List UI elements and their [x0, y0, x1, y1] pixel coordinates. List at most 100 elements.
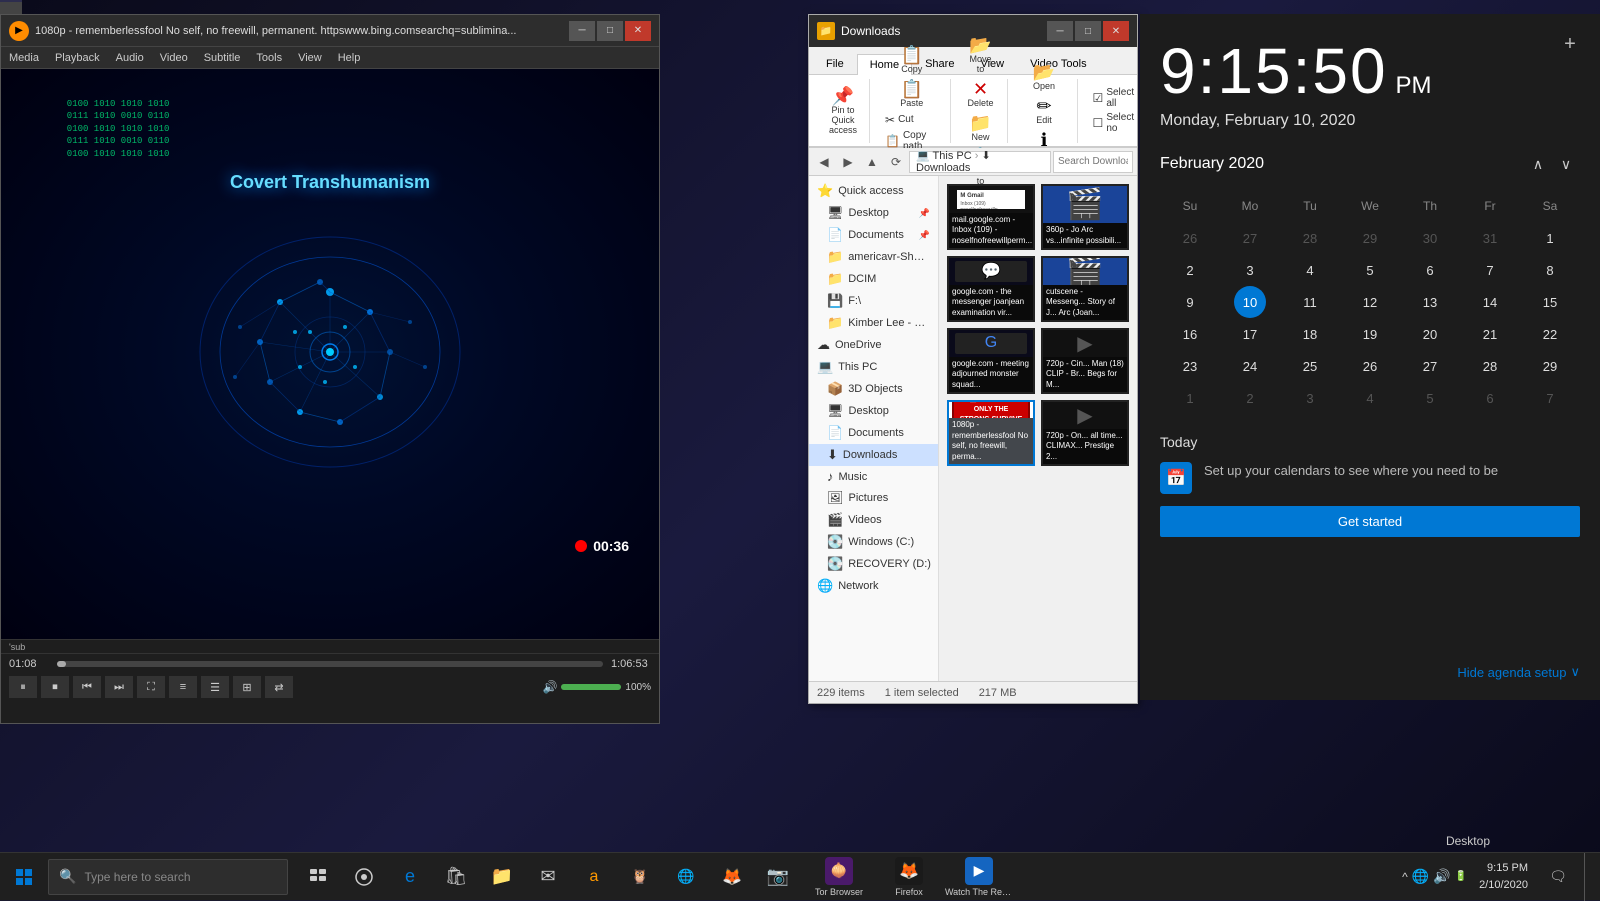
vlc-menu-playback[interactable]: Playback: [51, 52, 104, 64]
cal-prev-btn[interactable]: ∧: [1524, 150, 1552, 178]
show-desktop-btn[interactable]: [1584, 853, 1592, 901]
vlc-eq-btn[interactable]: ≡: [169, 676, 197, 698]
notification-center-btn[interactable]: 🗨: [1536, 853, 1580, 901]
cal-cell-29-prev[interactable]: 29: [1354, 222, 1386, 254]
cal-cell-1-next[interactable]: 1: [1174, 382, 1206, 414]
fe-sidebar-thispc[interactable]: 💻 This PC: [809, 356, 938, 378]
fe-back-btn[interactable]: ◀: [813, 151, 835, 173]
fe-sidebar-music[interactable]: ♪ Music: [809, 466, 938, 487]
vlc-volume-bar[interactable]: [561, 684, 621, 690]
cal-cell-11[interactable]: 11: [1294, 286, 1326, 318]
taskbar-search[interactable]: 🔍 Type here to search: [48, 859, 288, 895]
fe-delete-btn[interactable]: ✕ Delete: [963, 78, 999, 110]
cal-cell-6[interactable]: 6: [1414, 254, 1446, 286]
cal-cell-17[interactable]: 17: [1234, 318, 1266, 350]
taskbar-app-tor[interactable]: 🧅 Tor Browser: [804, 853, 874, 901]
fe-refresh-btn[interactable]: ⟳: [885, 151, 907, 173]
fe-sidebar-3dobjects[interactable]: 📦 3D Objects: [809, 378, 938, 400]
cal-cell-20[interactable]: 20: [1414, 318, 1446, 350]
fe-cut-btn[interactable]: ✂ Cut: [882, 112, 942, 128]
cal-cell-2[interactable]: 2: [1174, 254, 1206, 286]
cal-cell-21[interactable]: 21: [1474, 318, 1506, 350]
cal-cell-10-today[interactable]: 10: [1234, 286, 1266, 318]
cal-cell-28[interactable]: 28: [1474, 350, 1506, 382]
vlc-menu-view[interactable]: View: [294, 52, 326, 64]
fe-open-btn[interactable]: 📂 Open: [1026, 61, 1062, 93]
cal-cell-7-next[interactable]: 7: [1534, 382, 1566, 414]
cal-cell-12[interactable]: 12: [1354, 286, 1386, 318]
fe-close-btn[interactable]: ✕: [1103, 21, 1129, 41]
fe-pin-btn[interactable]: 📌 Pin to Quick access: [825, 85, 861, 137]
fe-address-box[interactable]: 💻 This PC › ⬇ Downloads: [909, 151, 1051, 173]
vlc-menu-video[interactable]: Video: [156, 52, 192, 64]
taskbar-app-firefox[interactable]: 🦊 Firefox: [874, 853, 944, 901]
vlc-fullscreen-btn[interactable]: ⛶: [137, 676, 165, 698]
fe-sidebar-quick-access[interactable]: ⭐ Quick access: [809, 180, 938, 202]
cal-cell-4[interactable]: 4: [1294, 254, 1326, 286]
cal-cell-19[interactable]: 19: [1354, 318, 1386, 350]
cal-cell-27-prev[interactable]: 27: [1234, 222, 1266, 254]
vlc-playlist-btn[interactable]: ☰: [201, 676, 229, 698]
fe-file-6[interactable]: ⚠ WARNINGONLY THESTRONG SURVIVE 1080p - …: [947, 400, 1035, 466]
vlc-menu-tools[interactable]: Tools: [252, 52, 286, 64]
cal-cell-25[interactable]: 25: [1294, 350, 1326, 382]
fe-sidebar-pictures[interactable]: 🖼 Pictures: [809, 487, 938, 509]
fe-minimize-btn[interactable]: ─: [1047, 21, 1073, 41]
camera-btn[interactable]: 📷: [756, 853, 800, 901]
cal-cell-7[interactable]: 7: [1474, 254, 1506, 286]
vlc-menu-audio[interactable]: Audio: [112, 52, 148, 64]
tripadvisor-btn[interactable]: 🦉: [618, 853, 662, 901]
cal-cell-26[interactable]: 26: [1354, 350, 1386, 382]
vlc-minimize-btn[interactable]: ─: [569, 21, 595, 41]
fe-sidebar-desktop2[interactable]: 🖥 Desktop: [809, 400, 938, 422]
fe-edit-btn[interactable]: ✏ Edit: [1026, 95, 1062, 127]
vlc-video-area[interactable]: 0100 1010 1010 1010 0111 1010 0010 0110 …: [1, 69, 659, 639]
vlc-menu-media[interactable]: Media: [5, 52, 43, 64]
fe-file-5[interactable]: ▶ 720p - Cin... Man (18) CLIP - Br... Be…: [1041, 328, 1129, 394]
fe-sidebar-videos[interactable]: 🎬 Videos: [809, 509, 938, 531]
fe-file-0[interactable]: M Gmail Inbox (109) noselfnofreewillp...…: [947, 184, 1035, 250]
firefox-btn[interactable]: 🦊: [710, 853, 754, 901]
cal-cell-13[interactable]: 13: [1414, 286, 1446, 318]
vlc-menu-help[interactable]: Help: [334, 52, 365, 64]
cal-cell-16[interactable]: 16: [1174, 318, 1206, 350]
cal-cell-2-next[interactable]: 2: [1234, 382, 1266, 414]
tray-clock[interactable]: 9:15 PM 2/10/2020: [1475, 860, 1532, 893]
tor-tb-btn[interactable]: 🌐: [664, 853, 708, 901]
vlc-next-btn[interactable]: ⏭: [105, 676, 133, 698]
file-explorer-tb-btn[interactable]: 📁: [480, 853, 524, 901]
start-button[interactable]: [0, 853, 48, 901]
fe-paste-btn[interactable]: 📋 Paste: [894, 78, 930, 110]
vlc-maximize-btn[interactable]: □: [597, 21, 623, 41]
fe-sidebar-network[interactable]: 🌐 Network: [809, 575, 938, 597]
fe-file-2[interactable]: 💬 google.com - the messenger joanjean ex…: [947, 256, 1035, 322]
taskview-btn[interactable]: [296, 853, 340, 901]
agenda-get-started-btn[interactable]: Get started: [1160, 506, 1580, 537]
cal-cell-4-next[interactable]: 4: [1354, 382, 1386, 414]
mail-btn[interactable]: ✉: [526, 853, 570, 901]
fe-sidebar-documents2[interactable]: 📄 Documents: [809, 422, 938, 444]
cal-cell-23[interactable]: 23: [1174, 350, 1206, 382]
cal-next-btn[interactable]: ∨: [1552, 150, 1580, 178]
vlc-close-btn[interactable]: ✕: [625, 21, 651, 41]
vlc-progress-bar[interactable]: [57, 661, 603, 667]
fe-sidebar-desktop-pinned[interactable]: 🖥 Desktop 📌: [809, 202, 938, 224]
vlc-play-pause-btn[interactable]: ⏸: [9, 676, 37, 698]
cal-cell-22[interactable]: 22: [1534, 318, 1566, 350]
cal-cell-24[interactable]: 24: [1234, 350, 1266, 382]
fe-sidebar-windowsc[interactable]: 💽 Windows (C:): [809, 531, 938, 553]
cortana-btn[interactable]: [342, 853, 386, 901]
fe-up-btn[interactable]: ▲: [861, 151, 883, 173]
add-event-btn[interactable]: +: [1556, 30, 1584, 58]
cal-cell-9[interactable]: 9: [1174, 286, 1206, 318]
fe-sidebar-onedrive[interactable]: ☁ OneDrive: [809, 334, 938, 356]
fe-sidebar-recoveryd[interactable]: 💽 RECOVERY (D:): [809, 553, 938, 575]
cal-cell-28-prev[interactable]: 28: [1294, 222, 1326, 254]
fe-file-1[interactable]: 🎬 360p - Jo Arc vs...infinite possibili.…: [1041, 184, 1129, 250]
cal-cell-29[interactable]: 29: [1534, 350, 1566, 382]
fe-maximize-btn[interactable]: □: [1075, 21, 1101, 41]
cal-cell-14[interactable]: 14: [1474, 286, 1506, 318]
fe-new-btn[interactable]: 📁 New: [963, 112, 999, 144]
vlc-extend-btn[interactable]: ⊞: [233, 676, 261, 698]
cal-cell-3-next[interactable]: 3: [1294, 382, 1326, 414]
